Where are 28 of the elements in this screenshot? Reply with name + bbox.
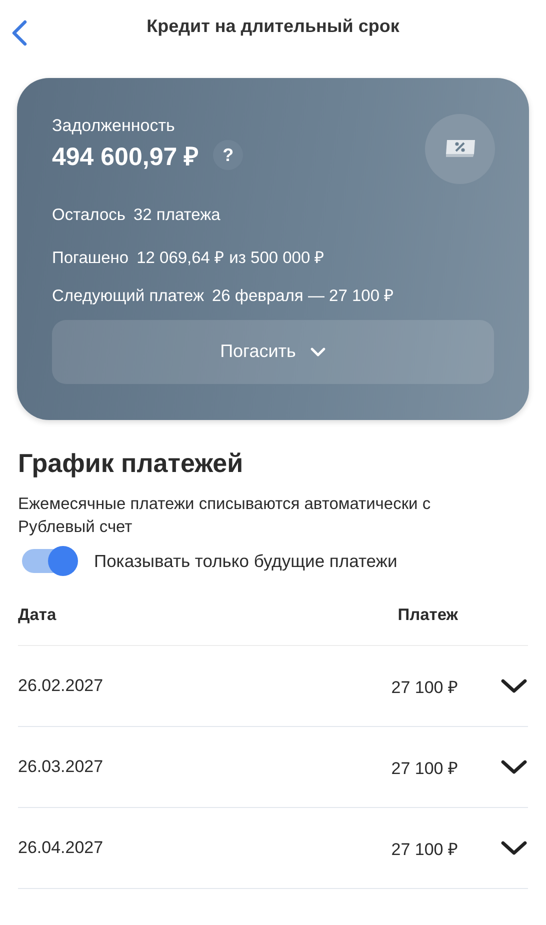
detail-label: Осталось (52, 206, 126, 225)
toggle-switch[interactable] (22, 549, 76, 573)
debt-label: Задолженность (52, 116, 176, 136)
page-title: Кредит на длительный срок (146, 16, 400, 36)
column-header: Дата (18, 606, 58, 624)
repay-button[interactable]: Погасить (52, 320, 494, 384)
section-title: График платежей (18, 448, 244, 479)
detail-label: Погашено (52, 248, 129, 268)
date-cell-text: 26.03.2027 (18, 757, 104, 777)
debt-amount: 494 600,97 ₽ (52, 142, 200, 172)
back-icon[interactable] (10, 19, 28, 47)
toggle-label: Показывать только будущие платежи (94, 550, 398, 572)
date-cell-text: 26.02.2027 (18, 676, 104, 696)
detail-value: 26 февраля — 27 100 ₽ (212, 286, 394, 306)
amount-cell-text: 27 100 ₽ (390, 758, 458, 778)
chevron-down-icon[interactable] (500, 759, 528, 775)
chevron-down-icon (310, 346, 326, 356)
chevron-down-icon[interactable] (500, 840, 528, 856)
amount-cell-text: 27 100 ₽ (390, 676, 458, 698)
help-button[interactable]: ? (213, 140, 244, 170)
chevron-down-icon[interactable] (500, 678, 528, 694)
detail-value: 32 платежа (133, 206, 220, 225)
schedule-note: Ежемесячные платежи списываются автоматически с Рублевый счет (18, 494, 432, 538)
amount-cell-text: 27 100 ₽ (390, 838, 458, 860)
detail-value: 12 069,64 ₽ из 500 000 ₽ (136, 248, 325, 268)
column-header: Платеж (396, 606, 458, 624)
date-cell-text: 26.04.2027 (18, 838, 104, 858)
detail-label: Следующий платеж (52, 287, 204, 306)
